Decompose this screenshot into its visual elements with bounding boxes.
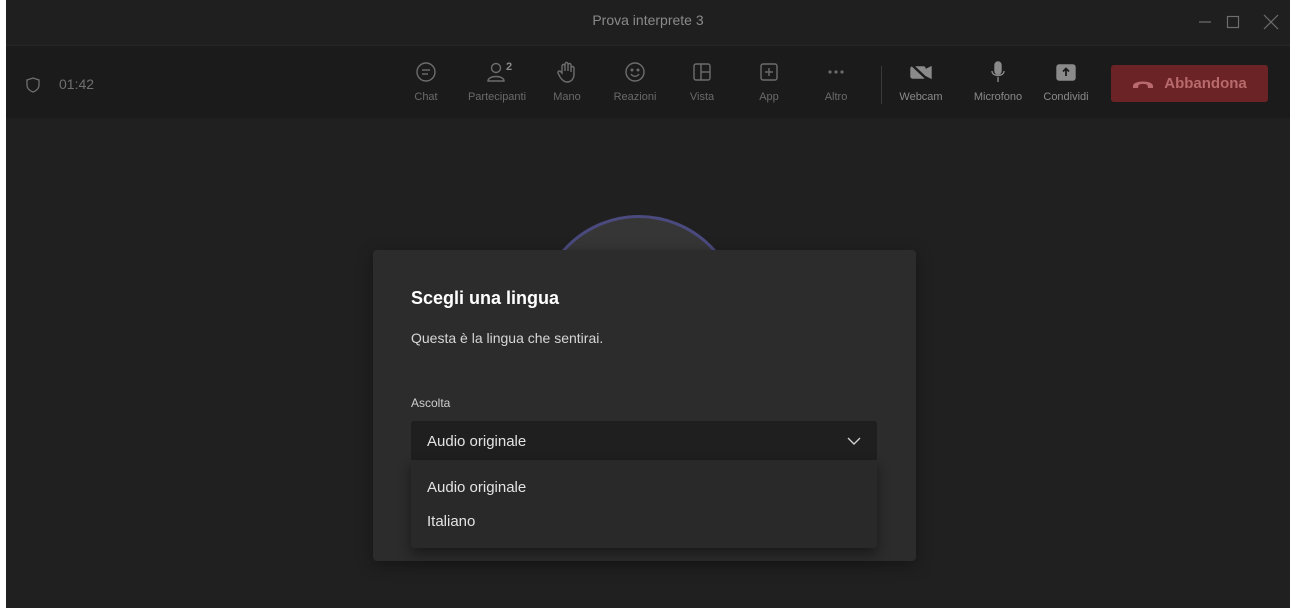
more-icon bbox=[823, 59, 849, 85]
hang-up-icon bbox=[1133, 81, 1154, 88]
microphone-button[interactable]: Microfono bbox=[960, 59, 1036, 115]
share-button[interactable]: Condividi bbox=[1031, 59, 1101, 115]
language-select-value: Audio originale bbox=[427, 433, 527, 450]
microphone-icon bbox=[985, 59, 1011, 85]
participants-label: Partecipanti bbox=[467, 91, 527, 103]
raise-hand-button[interactable]: Mano bbox=[532, 59, 602, 115]
leave-label: Abbandona bbox=[1164, 75, 1247, 92]
microphone-label: Microfono bbox=[973, 91, 1023, 103]
raise-hand-label: Mano bbox=[553, 91, 581, 103]
view-button[interactable]: Vista bbox=[667, 59, 737, 115]
participants-button[interactable]: 2 Partecipanti bbox=[459, 59, 535, 115]
teams-meeting-window: Prova interprete 3 01:42 Chat 2 Partecip… bbox=[6, 0, 1290, 608]
apps-button[interactable]: App bbox=[734, 59, 804, 115]
share-label: Condividi bbox=[1043, 91, 1089, 103]
chat-icon bbox=[413, 59, 439, 85]
window-title: Prova interprete 3 bbox=[592, 12, 704, 28]
webcam-label: Webcam bbox=[899, 91, 943, 103]
leave-button[interactable]: Abbandona bbox=[1111, 65, 1268, 102]
reactions-label: Reazioni bbox=[613, 91, 657, 103]
chat-button[interactable]: Chat bbox=[391, 59, 461, 115]
minimize-button[interactable] bbox=[1190, 8, 1220, 36]
language-dialog: Scegli una lingua Questa è la lingua che… bbox=[373, 250, 916, 561]
people-icon: 2 bbox=[484, 59, 513, 85]
apps-label: App bbox=[759, 91, 779, 103]
close-icon bbox=[1263, 14, 1279, 30]
more-button[interactable]: Altro bbox=[801, 59, 871, 115]
shield-icon[interactable] bbox=[26, 77, 40, 93]
chevron-down-icon bbox=[847, 434, 861, 448]
add-app-icon bbox=[756, 59, 782, 85]
language-option[interactable]: Italiano bbox=[411, 504, 877, 538]
toolbar-divider bbox=[881, 66, 882, 104]
language-select[interactable]: Audio originale bbox=[411, 421, 877, 460]
webcam-button[interactable]: Webcam bbox=[886, 59, 956, 115]
layout-icon bbox=[689, 59, 715, 85]
title-bar: Prova interprete 3 bbox=[6, 0, 1290, 45]
view-label: Vista bbox=[689, 91, 715, 103]
share-icon bbox=[1053, 59, 1079, 85]
listen-field-label: Ascolta bbox=[411, 396, 451, 410]
meeting-timer: 01:42 bbox=[59, 76, 95, 92]
language-option[interactable]: Audio originale bbox=[411, 470, 877, 504]
dialog-subtitle: Questa è la lingua che sentirai. bbox=[411, 330, 604, 346]
reactions-button[interactable]: Reazioni bbox=[600, 59, 670, 115]
minimize-icon bbox=[1199, 21, 1211, 23]
maximize-icon bbox=[1226, 15, 1240, 29]
meeting-control-bar: 01:42 Chat 2 Partecipanti Mano Reazioni … bbox=[6, 45, 1290, 118]
language-options-list: Audio originale Italiano bbox=[411, 460, 877, 548]
smiley-icon bbox=[622, 59, 648, 85]
camera-off-icon bbox=[908, 59, 934, 85]
close-window-button[interactable] bbox=[1256, 8, 1286, 36]
chat-label: Chat bbox=[414, 91, 438, 103]
participants-count: 2 bbox=[506, 61, 513, 73]
raise-hand-icon bbox=[554, 59, 580, 85]
maximize-button[interactable] bbox=[1218, 8, 1248, 36]
dialog-title: Scegli una lingua bbox=[411, 288, 560, 308]
more-label: Altro bbox=[824, 91, 848, 103]
